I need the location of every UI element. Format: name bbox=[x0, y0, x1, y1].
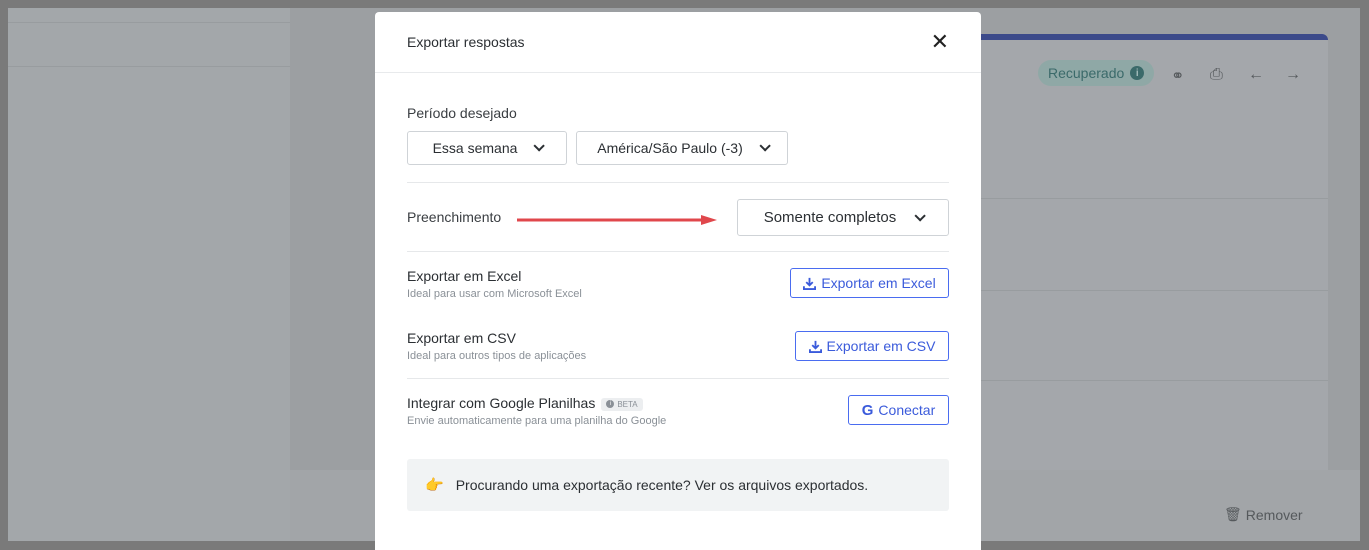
trash-icon: 🗑 bbox=[1224, 506, 1242, 522]
card-divider bbox=[968, 198, 1328, 199]
response-card bbox=[968, 34, 1328, 541]
sheets-subtitle: Envie automaticamente para uma planilha … bbox=[407, 415, 667, 427]
sheets-title: Integrar com Google Planilhas i BETA bbox=[407, 395, 643, 411]
export-modal: Exportar respostas ✕ Período desejado Es… bbox=[375, 12, 981, 550]
period-label: Período desejado bbox=[407, 105, 517, 121]
section-divider bbox=[407, 251, 949, 252]
modal-title: Exportar respostas bbox=[407, 34, 525, 50]
close-icon[interactable]: ✕ bbox=[931, 31, 949, 53]
link-icon[interactable]: ⚭ bbox=[1171, 66, 1184, 86]
status-badge[interactable]: Recuperado i bbox=[1038, 60, 1155, 86]
chevron-down-icon bbox=[759, 140, 771, 152]
chevron-down-icon bbox=[533, 140, 546, 152]
export-excel-button[interactable]: Exportar em Excel bbox=[790, 268, 949, 298]
timezone-select[interactable]: América/São Paulo (-3) bbox=[576, 131, 788, 165]
card-accent-bar bbox=[968, 34, 1328, 40]
csv-subtitle: Ideal para outros tipos de aplicações bbox=[407, 350, 587, 362]
download-icon bbox=[803, 277, 817, 290]
filling-label: Preenchimento bbox=[407, 209, 502, 225]
chevron-down-icon bbox=[914, 209, 927, 222]
card-divider bbox=[968, 380, 1328, 381]
sidebar-divider bbox=[8, 22, 290, 23]
modal-header: Exportar respostas ✕ bbox=[375, 12, 981, 73]
recent-exports-notice[interactable]: 👉 Procurando uma exportação recente? Ver… bbox=[407, 459, 949, 511]
section-divider bbox=[407, 182, 949, 183]
filling-select[interactable]: Somente completos bbox=[737, 199, 949, 236]
print-icon[interactable]: ⎙ bbox=[1210, 66, 1223, 84]
card-divider bbox=[968, 290, 1328, 291]
export-csv-button[interactable]: Exportar em CSV bbox=[795, 331, 949, 361]
period-range-select[interactable]: Essa semana bbox=[407, 131, 567, 165]
sidebar-divider bbox=[8, 66, 290, 67]
pointing-hand-icon: 👉 bbox=[425, 477, 444, 494]
google-icon: G bbox=[861, 401, 874, 419]
sidebar bbox=[8, 8, 290, 541]
arrow-right-icon[interactable]: → bbox=[1285, 66, 1301, 84]
arrow-left-icon[interactable]: ← bbox=[1248, 66, 1264, 84]
info-icon: i bbox=[1130, 66, 1145, 80]
excel-subtitle: Ideal para usar com Microsoft Excel bbox=[407, 288, 582, 300]
csv-title: Exportar em CSV bbox=[407, 330, 516, 346]
beta-badge: i BETA bbox=[601, 397, 643, 411]
download-icon bbox=[808, 340, 822, 353]
section-divider bbox=[407, 378, 949, 379]
annotation-arrow bbox=[517, 215, 717, 225]
connect-sheets-button[interactable]: G Conectar bbox=[848, 395, 949, 425]
info-icon: i bbox=[606, 400, 615, 409]
remove-button[interactable]: 🗑 Remover bbox=[1224, 506, 1303, 523]
excel-title: Exportar em Excel bbox=[407, 268, 522, 284]
